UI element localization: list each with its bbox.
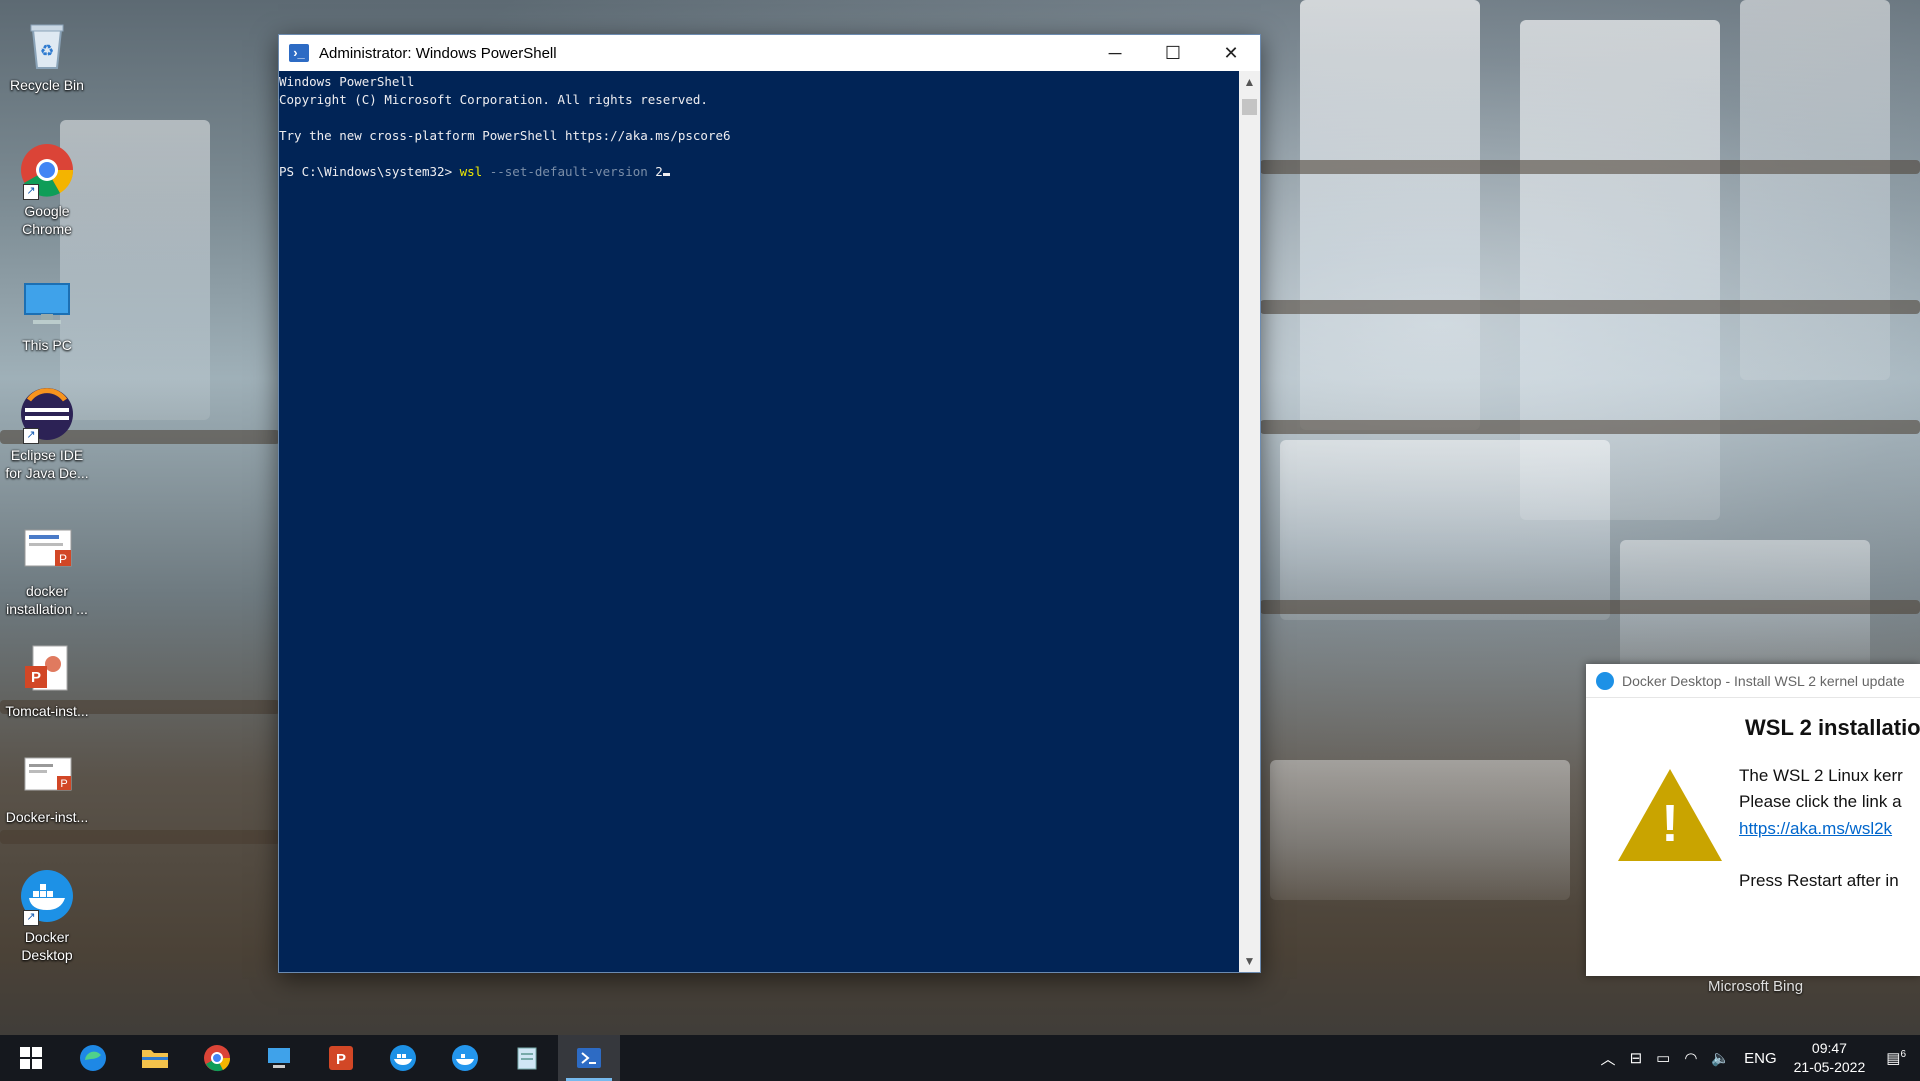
console-line: Try the new cross-platform PowerShell ht… bbox=[279, 128, 731, 143]
taskbar-this-pc[interactable] bbox=[248, 1035, 310, 1081]
eclipse-icon: ↗ bbox=[19, 386, 75, 444]
command-argument: 2 bbox=[655, 164, 663, 179]
notification-title: WSL 2 installatio bbox=[1745, 715, 1920, 740]
svg-text:P: P bbox=[31, 669, 41, 686]
desktop-icon-docker-desktop[interactable]: ↗ Docker Desktop bbox=[0, 858, 94, 978]
wsl-kernel-link[interactable]: https://aka.ms/wsl2k bbox=[1739, 819, 1892, 839]
desktop-icon-google-chrome[interactable]: ↗ Google Chrome bbox=[0, 132, 94, 266]
powershell-console[interactable]: Windows PowerShell Copyright (C) Microsof… bbox=[279, 71, 1239, 972]
notification-text: Press Restart after in bbox=[1739, 871, 1899, 890]
shortcut-arrow-icon: ↗ bbox=[23, 910, 39, 926]
exclamation-mark: ! bbox=[1661, 795, 1679, 853]
notification-text: Please click the link a bbox=[1739, 792, 1902, 811]
command-name: wsl bbox=[459, 164, 483, 179]
taskbar-docker-desktop[interactable] bbox=[372, 1035, 434, 1081]
svg-text:P: P bbox=[59, 552, 67, 566]
bing-watermark: Microsoft Bing bbox=[1708, 978, 1804, 995]
taskbar-powershell[interactable] bbox=[558, 1035, 620, 1081]
powershell-icon: ›_ bbox=[289, 44, 309, 62]
desktop-icon-eclipse-ide[interactable]: ↗ Eclipse IDE for Java De... bbox=[0, 376, 94, 512]
command-parameter: --set-default-version bbox=[482, 164, 656, 179]
monitor-icon bbox=[268, 1048, 290, 1068]
powershell-window[interactable]: ›_ Administrator: Windows PowerShell ─ ☐… bbox=[278, 34, 1261, 973]
system-tray: ︿ ⊟ ▭ ◠ 🔈 ENG 09:47 21-05-2022 ▤6 bbox=[1594, 1035, 1920, 1081]
docker-whale-icon bbox=[452, 1045, 478, 1071]
volume-icon[interactable]: 🔈 bbox=[1704, 1049, 1737, 1067]
svg-text:P: P bbox=[336, 1051, 346, 1068]
powerpoint-icon: P bbox=[329, 1046, 353, 1070]
chrome-icon bbox=[204, 1045, 231, 1072]
action-center-icon[interactable]: ▤6 bbox=[1879, 1049, 1920, 1067]
monitor-icon bbox=[19, 276, 75, 332]
taskbar-edge[interactable] bbox=[62, 1035, 124, 1081]
desktop-icons: ♻ Recycle Bin ↗ Google Chrome This PC ↗ … bbox=[0, 6, 94, 978]
docker-whale-icon: ↗ bbox=[19, 868, 75, 926]
clock-date: 21-05-2022 bbox=[1793, 1059, 1866, 1075]
taskbar-chrome[interactable] bbox=[186, 1035, 248, 1081]
text-cursor bbox=[662, 173, 670, 176]
desktop-icon-this-pc[interactable]: This PC bbox=[0, 266, 94, 376]
desktop-icon-docker-install[interactable]: P Docker-inst... bbox=[0, 738, 94, 858]
console-line: Copyright (C) Microsoft Corporation. All… bbox=[279, 92, 708, 107]
shortcut-arrow-icon: ↗ bbox=[23, 428, 39, 444]
notification-app: Docker Desktop - Install WSL 2 kernel up… bbox=[1622, 672, 1905, 689]
scroll-down-icon[interactable]: ▼ bbox=[1239, 954, 1260, 968]
window-title: Administrator: Windows PowerShell bbox=[319, 44, 557, 62]
folder-icon bbox=[142, 1050, 168, 1068]
taskbar-notepad[interactable] bbox=[496, 1035, 558, 1081]
taskbar-powerpoint[interactable]: P bbox=[310, 1035, 372, 1081]
network-drive-icon[interactable]: ⊟ bbox=[1623, 1049, 1650, 1067]
docker-notification[interactable]: Docker Desktop - Install WSL 2 kernel up… bbox=[1586, 664, 1920, 976]
desktop-icon-docker-installation[interactable]: P docker installation ... bbox=[0, 512, 94, 632]
notification-count: 6 bbox=[1900, 1049, 1906, 1060]
notepad-icon bbox=[517, 1047, 537, 1070]
vertical-scrollbar[interactable]: ▲ ▼ bbox=[1239, 71, 1260, 972]
maximize-button[interactable]: ☐ bbox=[1144, 35, 1202, 71]
windows-icon bbox=[20, 1047, 42, 1069]
shortcut-arrow-icon: ↗ bbox=[23, 184, 39, 200]
scroll-up-icon[interactable]: ▲ bbox=[1239, 75, 1260, 89]
chrome-icon: ↗ bbox=[19, 142, 75, 200]
taskbar-docker[interactable] bbox=[434, 1035, 496, 1081]
recycle-bin-icon: ♻ bbox=[19, 16, 75, 72]
minimize-button[interactable]: ─ bbox=[1086, 35, 1144, 71]
svg-text:♻: ♻ bbox=[40, 43, 54, 60]
clock-time: 09:47 bbox=[1811, 1040, 1847, 1056]
notification-header: Docker Desktop - Install WSL 2 kernel up… bbox=[1586, 664, 1920, 698]
powershell-titlebar[interactable]: ›_ Administrator: Windows PowerShell ─ ☐… bbox=[279, 35, 1260, 71]
clock[interactable]: 09:47 21-05-2022 bbox=[1784, 1039, 1880, 1077]
scrollbar-thumb[interactable] bbox=[1242, 99, 1257, 115]
edge-icon bbox=[80, 1045, 106, 1071]
start-button[interactable] bbox=[0, 1035, 62, 1081]
wifi-icon[interactable]: ◠ bbox=[1677, 1049, 1704, 1067]
close-button[interactable]: ✕ bbox=[1202, 35, 1260, 71]
taskbar: P ︿ ⊟ ▭ ◠ 🔈 ENG 09:47 21-05-2022 ▤6 bbox=[0, 1035, 1920, 1081]
language-indicator[interactable]: ENG bbox=[1737, 1050, 1784, 1067]
powerpoint-file-icon: P bbox=[19, 642, 75, 698]
desktop-icon-recycle-bin[interactable]: ♻ Recycle Bin bbox=[0, 6, 94, 132]
taskbar-file-explorer[interactable] bbox=[124, 1035, 186, 1081]
prompt: PS C:\Windows\system32> bbox=[279, 164, 460, 179]
command-line[interactable]: PS C:\Windows\system32> wsl --set-defaul… bbox=[279, 163, 1239, 181]
document-icon: P bbox=[19, 522, 75, 578]
desktop-icon-tomcat-install[interactable]: P Tomcat-inst... bbox=[0, 632, 94, 738]
battery-icon[interactable]: ▭ bbox=[1649, 1049, 1677, 1067]
chevron-up-icon[interactable]: ︿ bbox=[1594, 1048, 1623, 1069]
powershell-icon bbox=[577, 1048, 601, 1068]
presentation-file-icon: P bbox=[19, 748, 75, 804]
notification-text: The WSL 2 Linux kerr bbox=[1739, 766, 1903, 785]
svg-text:P: P bbox=[60, 778, 67, 790]
docker-icon bbox=[1596, 671, 1614, 690]
docker-whale-icon bbox=[390, 1045, 416, 1071]
console-output: Windows PowerShell Copyright (C) Microsof… bbox=[279, 71, 1239, 181]
console-line: Windows PowerShell bbox=[279, 74, 415, 89]
